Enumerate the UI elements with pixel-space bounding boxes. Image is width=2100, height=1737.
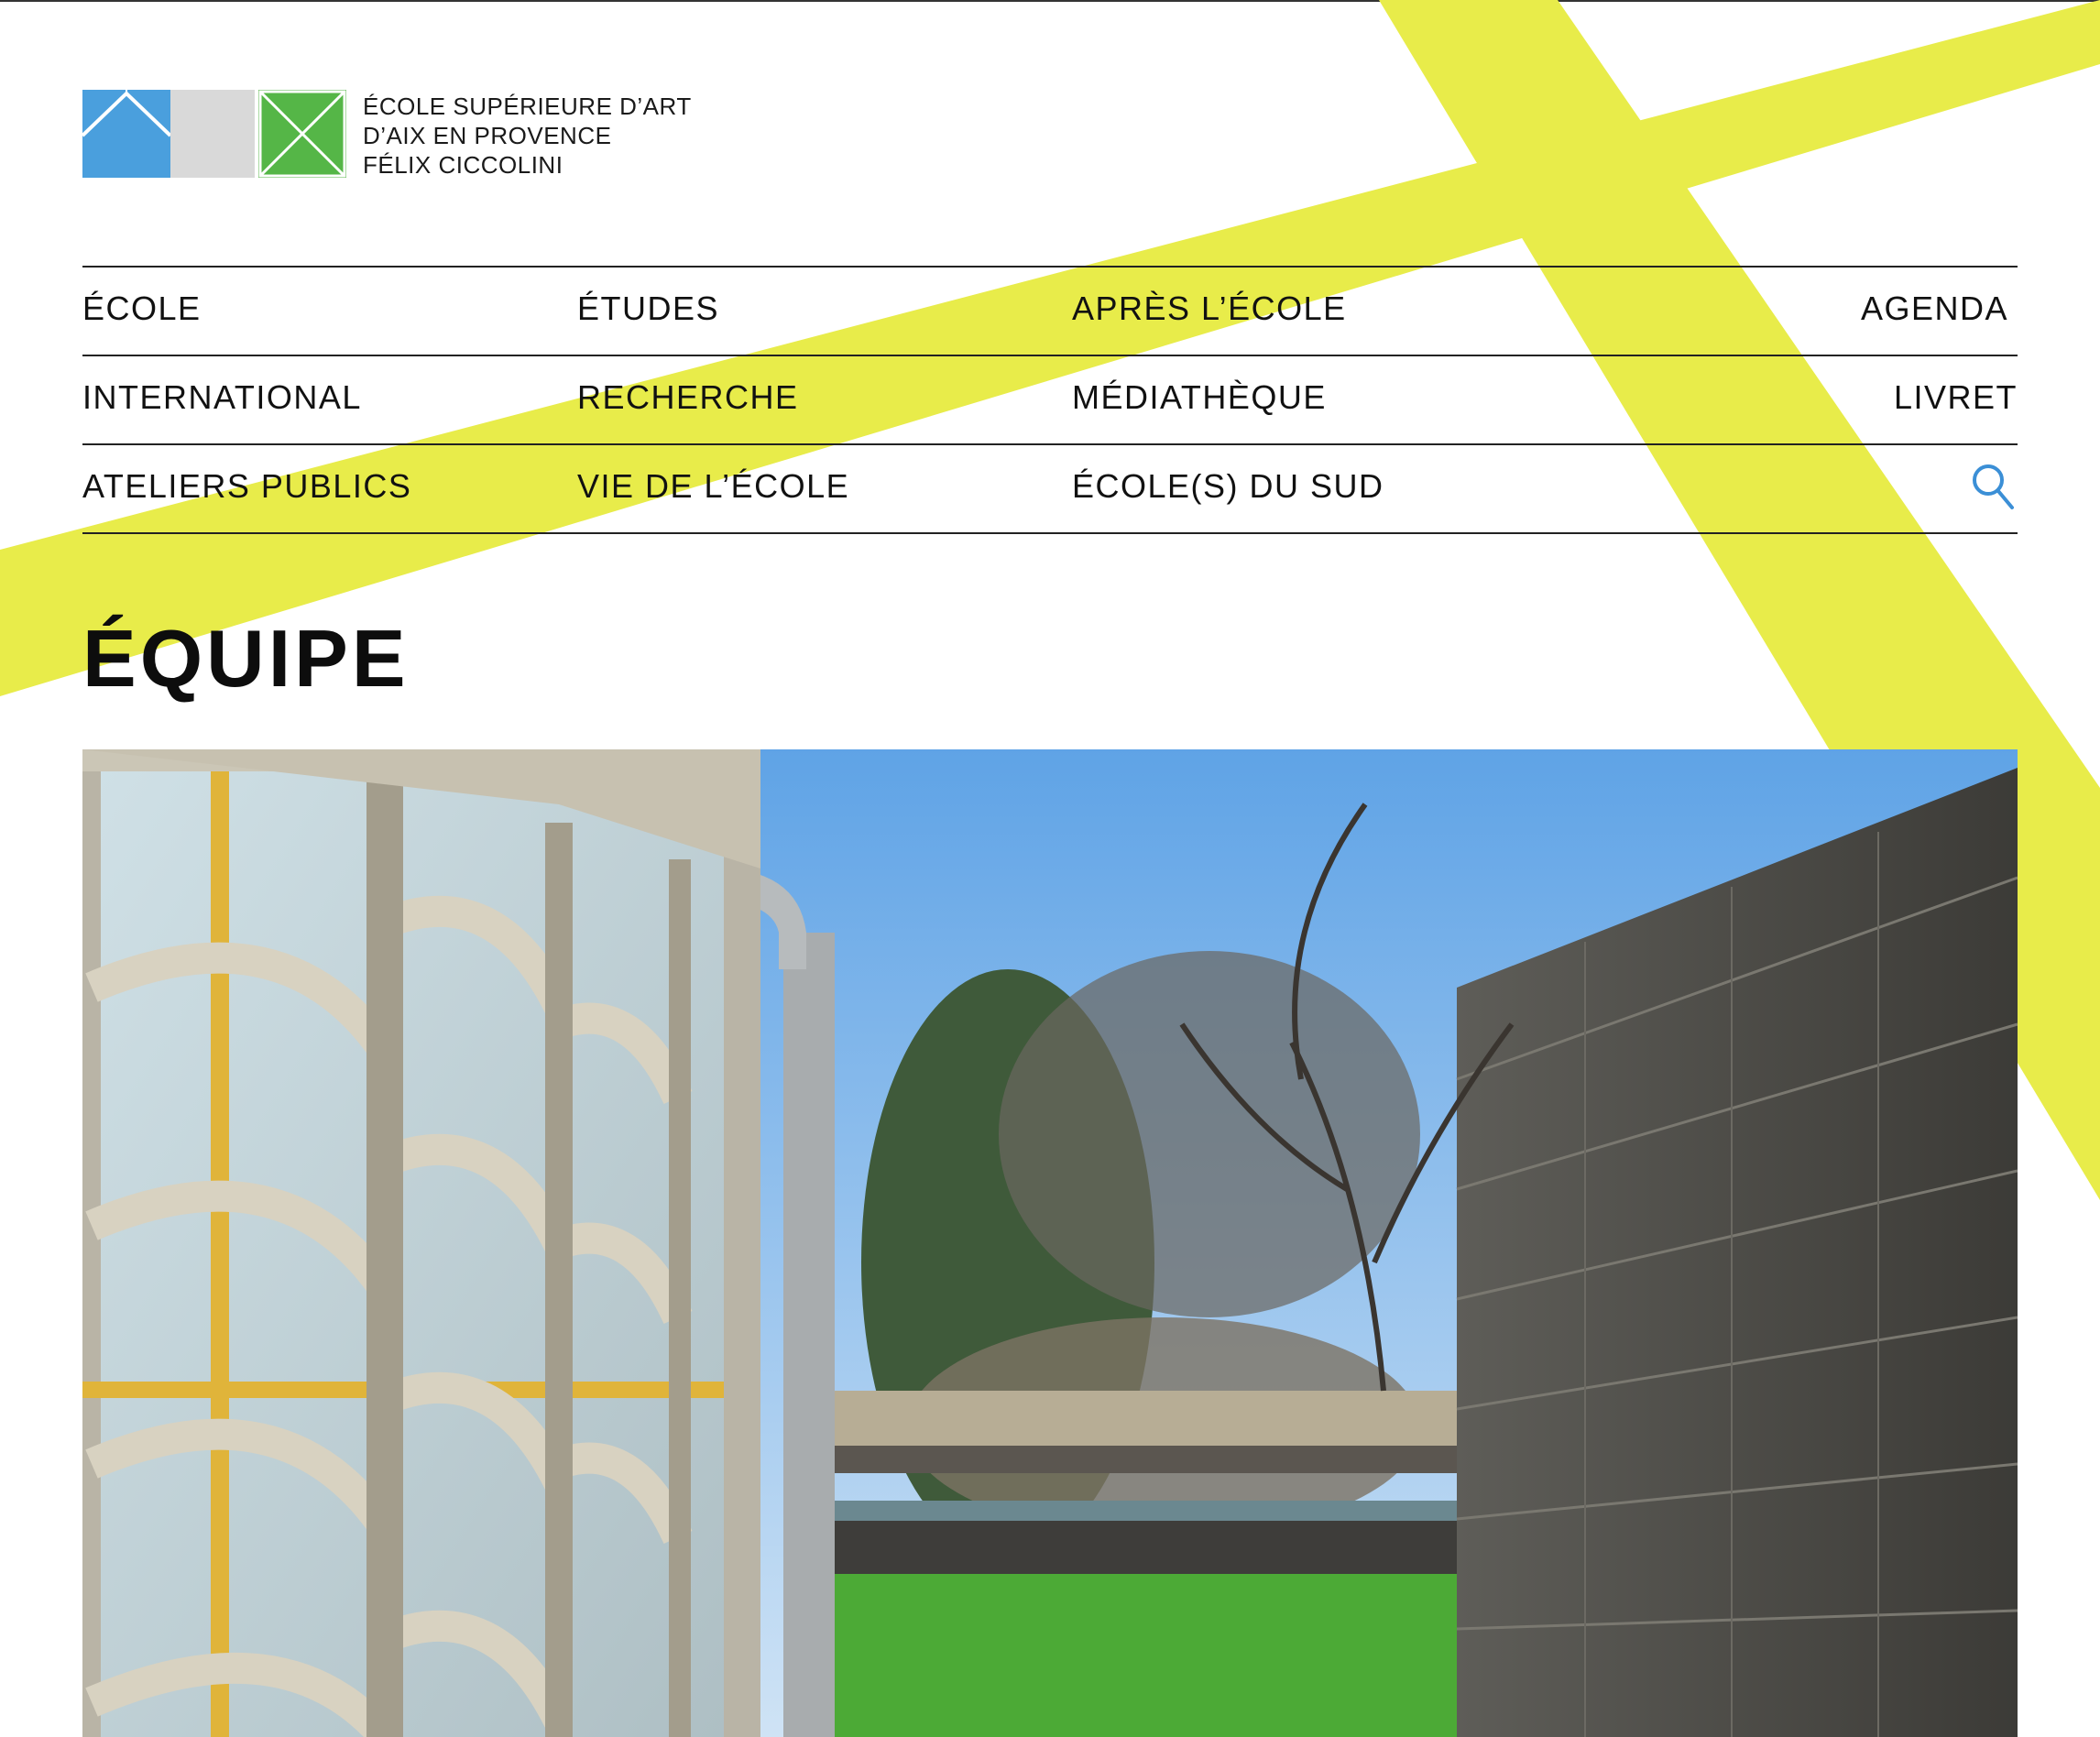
hero-image: [82, 749, 2018, 1737]
nav-item-ecoles-du-sud[interactable]: ÉCOLE(S) DU SUD: [1072, 467, 1384, 506]
logo-bar-icon: [170, 90, 214, 178]
nav-item-vie-de-l-ecole[interactable]: VIE DE L’ÉCOLE: [577, 467, 849, 506]
nav-item-ateliers-publics[interactable]: ATELIERS PUBLICS: [82, 467, 411, 506]
page-title: ÉQUIPE: [82, 613, 410, 704]
nav-row: ÉCOLE ÉTUDES APRÈS L’ÉCOLE AGENDA: [82, 266, 2018, 355]
nav-row: ATELIERS PUBLICS VIE DE L’ÉCOLE ÉCOLE(S)…: [82, 443, 2018, 534]
school-logo[interactable]: ÉCOLE SUPÉRIEURE D’ART D’AIX EN PROVENCE…: [82, 90, 692, 180]
logo-line-3: FÉLIX CICCOLINI: [363, 151, 563, 179]
nav-item-international[interactable]: INTERNATIONAL: [82, 378, 362, 417]
nav-item-agenda[interactable]: AGENDA: [1861, 290, 2008, 328]
logo-cross-icon: [258, 90, 346, 178]
nav-item-mediatheque[interactable]: MÉDIATHÈQUE: [1072, 378, 1327, 417]
nav-item-livret[interactable]: LIVRET: [1894, 378, 2018, 417]
logo-bar-icon: [214, 90, 258, 178]
logo-line-2: D’AIX EN PROVENCE: [363, 122, 612, 149]
main-navigation: ÉCOLE ÉTUDES APRÈS L’ÉCOLE AGENDA INTERN…: [82, 266, 2018, 534]
search-button[interactable]: [1970, 462, 2016, 511]
logo-mark: [82, 90, 346, 178]
logo-line-1: ÉCOLE SUPÉRIEURE D’ART: [363, 93, 692, 120]
logo-house-icon: [82, 90, 170, 178]
logo-text: ÉCOLE SUPÉRIEURE D’ART D’AIX EN PROVENCE…: [363, 92, 692, 180]
nav-item-etudes[interactable]: ÉTUDES: [577, 290, 719, 328]
search-icon: [1973, 464, 2014, 509]
nav-item-apres-l-ecole[interactable]: APRÈS L’ÉCOLE: [1072, 290, 1347, 328]
nav-item-ecole[interactable]: ÉCOLE: [82, 290, 202, 328]
nav-row: INTERNATIONAL RECHERCHE MÉDIATHÈQUE LIVR…: [82, 355, 2018, 443]
building-photo-icon: [82, 749, 2018, 1737]
nav-item-recherche[interactable]: RECHERCHE: [577, 378, 799, 417]
